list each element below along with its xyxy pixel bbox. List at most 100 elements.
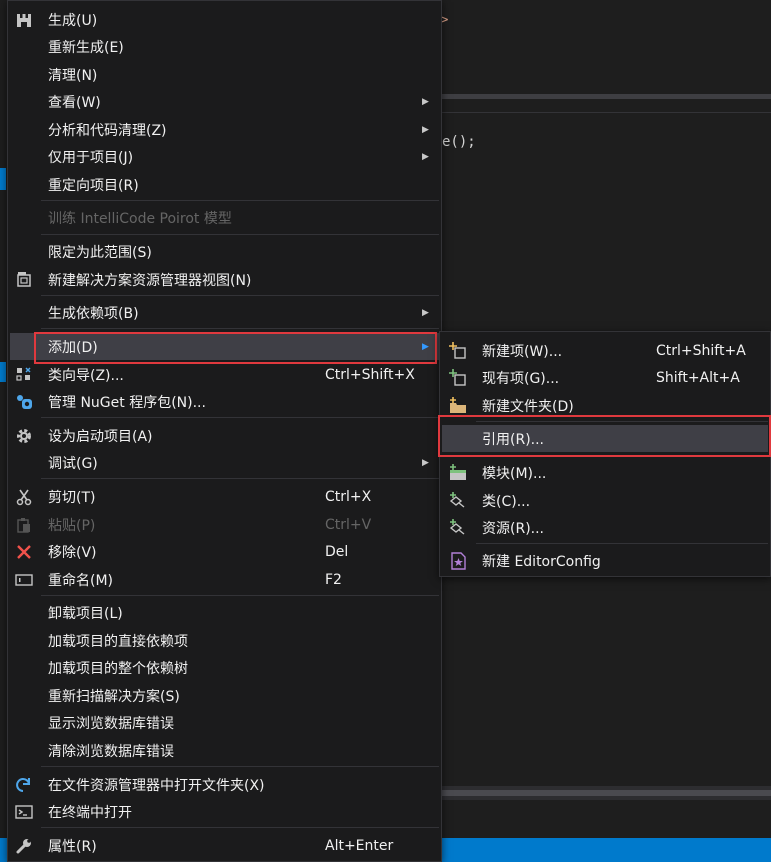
class-icon: [449, 492, 465, 508]
menu-item-build[interactable]: 生成(U): [8, 6, 441, 33]
menu-item-load-direct-deps[interactable]: 加载项目的直接依赖项: [8, 627, 441, 654]
menu-item-unload-project[interactable]: 卸载项目(L): [8, 599, 441, 626]
submenu-item-resource[interactable]: 资源(R)...: [440, 514, 770, 541]
menu-separator: [41, 595, 439, 596]
menu-item-set-startup[interactable]: 设为启动项目(A): [8, 422, 441, 449]
menu-item-label: 添加(D): [48, 339, 98, 356]
wrench-icon: [16, 839, 31, 854]
menu-item-label: 限定为此范围(S): [48, 244, 152, 261]
menu-item-label: 分析和代码清理(Z): [48, 122, 167, 139]
menu-item-label: 移除(V): [48, 544, 97, 561]
menu-item-label: 生成(U): [48, 12, 98, 29]
menu-item-train-intellicode: 训练 IntelliCode Poirot 模型: [8, 204, 441, 231]
module-icon: [450, 464, 466, 480]
menu-item-label: 模块(M)...: [482, 465, 547, 482]
context-menu: 生成(U) 重新生成(E) 清理(N) 查看(W) ▶ 分析和代码清理(Z) ▶…: [7, 0, 442, 862]
menu-item-class-wizard[interactable]: 类向导(Z)... Ctrl+Shift+X: [8, 361, 441, 388]
menu-item-label: 重新扫描解决方案(S): [48, 688, 180, 705]
menu-item-project-only[interactable]: 仅用于项目(J) ▶: [8, 143, 441, 170]
menu-item-build-dependencies[interactable]: 生成依赖项(B) ▶: [8, 299, 441, 326]
submenu-item-reference[interactable]: 引用(R)...: [442, 425, 768, 452]
menu-separator: [41, 200, 439, 201]
menu-item-load-dep-tree[interactable]: 加载项目的整个依赖树: [8, 654, 441, 681]
menu-item-label: 设为启动项目(A): [48, 428, 153, 445]
selection-marker: [0, 362, 6, 382]
menu-separator: [41, 295, 439, 296]
editor-divider: [440, 112, 771, 113]
menu-item-add[interactable]: 添加(D) ▶: [10, 333, 439, 360]
build-icon: [17, 14, 31, 27]
menu-item-manage-nuget[interactable]: 管理 NuGet 程序包(N)...: [8, 388, 441, 415]
menu-item-label: 引用(R)...: [482, 431, 545, 448]
menu-separator: [41, 827, 439, 828]
menu-item-label: 生成依赖项(B): [48, 305, 139, 322]
submenu-arrow-icon: ▶: [422, 96, 429, 107]
menu-item-label: 仅用于项目(J): [48, 149, 134, 166]
panel-scrollbar-thumb[interactable]: [440, 790, 771, 796]
menu-item-properties[interactable]: 属性(R) Alt+Enter: [8, 832, 441, 859]
menu-item-analyze[interactable]: 分析和代码清理(Z) ▶: [8, 116, 441, 143]
menu-item-label: 在文件资源管理器中打开文件夹(X): [48, 777, 265, 794]
submenu-item-existing-item[interactable]: 现有项(G)... Shift+Alt+A: [440, 364, 770, 391]
menu-separator: [41, 478, 439, 479]
menu-item-label: 新建项(W)...: [482, 343, 563, 360]
menu-item-label: 重定向项目(R): [48, 177, 139, 194]
menu-item-clean[interactable]: 清理(N): [8, 61, 441, 88]
menu-item-label: 剪切(T): [48, 489, 96, 506]
submenu-item-class[interactable]: 类(C)...: [440, 487, 770, 514]
menu-item-open-in-terminal[interactable]: 在终端中打开: [8, 798, 441, 825]
menu-separator: [41, 766, 439, 767]
existing-item-icon: [449, 369, 466, 386]
menu-item-rename[interactable]: 重命名(M) F2: [8, 566, 441, 593]
submenu-arrow-icon: ▶: [422, 341, 429, 352]
menu-item-label: 加载项目的直接依赖项: [48, 633, 188, 650]
menu-item-view[interactable]: 查看(W) ▶: [8, 88, 441, 115]
menu-item-show-browse-errors[interactable]: 显示浏览数据库错误: [8, 709, 441, 736]
menu-item-debug[interactable]: 调试(G) ▶: [8, 449, 441, 476]
menu-item-label: 新建 EditorConfig: [482, 553, 601, 570]
menu-item-rebuild[interactable]: 重新生成(E): [8, 33, 441, 60]
menu-item-label: 现有项(G)...: [482, 370, 560, 387]
menu-separator: [476, 543, 768, 544]
menu-item-shortcut: Shift+Alt+A: [656, 369, 740, 386]
menu-item-retarget[interactable]: 重定向项目(R): [8, 171, 441, 198]
submenu-item-module[interactable]: 模块(M)...: [440, 459, 770, 486]
menu-item-label: 训练 IntelliCode Poirot 模型: [48, 210, 232, 227]
menu-item-label: 调试(G): [48, 455, 98, 472]
submenu-arrow-icon: ▶: [422, 151, 429, 162]
editor-scrollbar[interactable]: [440, 94, 771, 99]
menu-item-label: 重命名(M): [48, 572, 114, 589]
menu-item-label: 在终端中打开: [48, 804, 132, 821]
terminal-icon: [15, 805, 33, 819]
menu-item-remove[interactable]: 移除(V) Del: [8, 538, 441, 565]
menu-item-cut[interactable]: 剪切(T) Ctrl+X: [8, 483, 441, 510]
submenu-arrow-icon: ▶: [422, 307, 429, 318]
new-item-icon: [449, 342, 466, 359]
menu-item-label: 管理 NuGet 程序包(N)...: [48, 394, 206, 411]
menu-item-shortcut: Alt+Enter: [325, 837, 394, 854]
submenu-arrow-icon: ▶: [422, 457, 429, 468]
code-call: e();: [442, 134, 476, 150]
menu-item-rescan-solution[interactable]: 重新扫描解决方案(S): [8, 682, 441, 709]
add-submenu: 新建项(W)... Ctrl+Shift+A 现有项(G)... Shift+A…: [439, 331, 771, 577]
menu-separator: [476, 455, 768, 456]
menu-separator: [41, 234, 439, 235]
menu-item-label: 卸载项目(L): [48, 605, 123, 622]
submenu-item-new-item[interactable]: 新建项(W)... Ctrl+Shift+A: [440, 337, 770, 364]
menu-item-open-in-explorer[interactable]: 在文件资源管理器中打开文件夹(X): [8, 771, 441, 798]
selection-marker: [0, 168, 6, 190]
menu-item-shortcut: Del: [325, 543, 349, 560]
menu-item-scope-to-this[interactable]: 限定为此范围(S): [8, 238, 441, 265]
open-folder-icon: [16, 778, 30, 792]
submenu-item-new-folder[interactable]: 新建文件夹(D): [440, 392, 770, 419]
menu-item-label: 新建解决方案资源管理器视图(N): [48, 272, 252, 289]
menu-item-shortcut: Ctrl+Shift+A: [656, 342, 746, 359]
submenu-item-new-editorconfig[interactable]: 新建 EditorConfig: [440, 547, 770, 574]
menu-item-clear-browse-errors[interactable]: 清除浏览数据库错误: [8, 737, 441, 764]
menu-item-label: 属性(R): [48, 838, 97, 855]
menu-separator: [41, 328, 439, 329]
new-view-icon: [17, 272, 31, 287]
menu-item-new-solution-view[interactable]: 新建解决方案资源管理器视图(N): [8, 266, 441, 293]
menu-item-label: 清除浏览数据库错误: [48, 743, 174, 760]
remove-icon: [17, 545, 31, 559]
